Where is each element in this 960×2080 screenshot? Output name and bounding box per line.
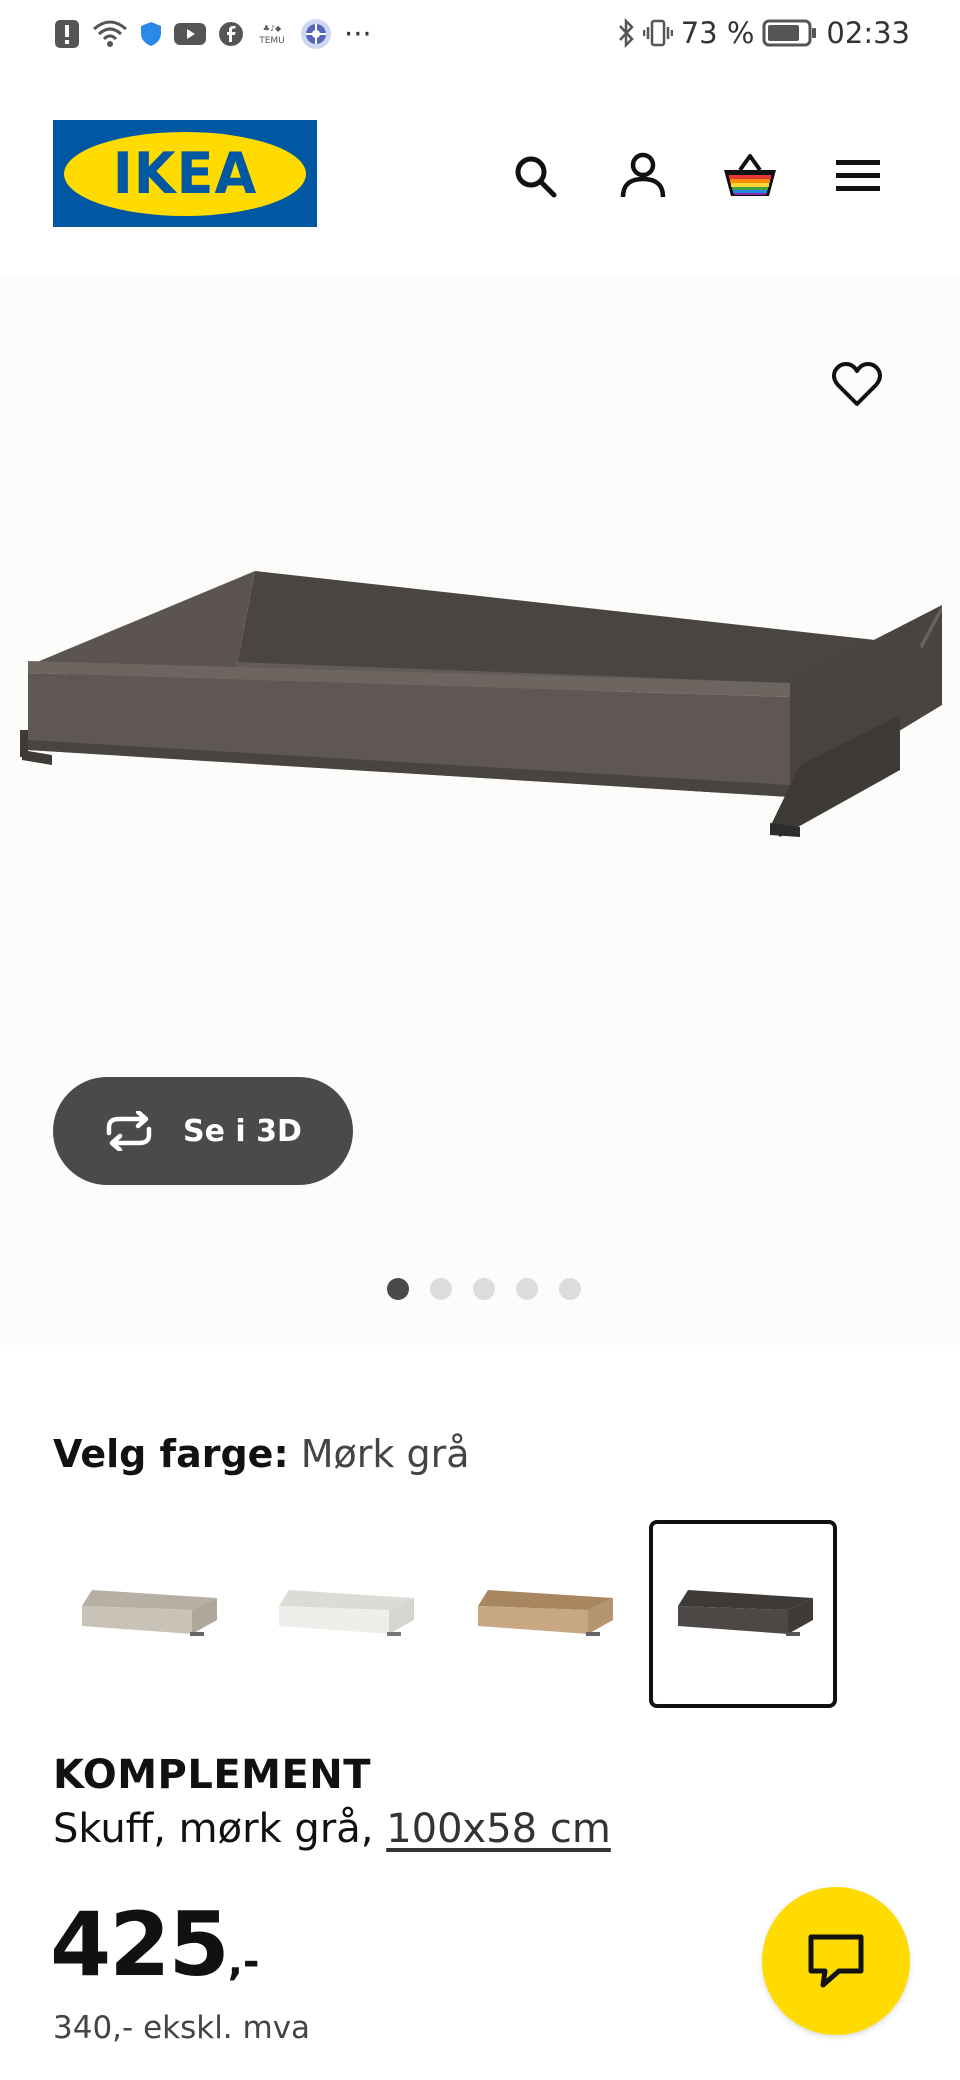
svg-text:TEMU: TEMU [258,36,285,46]
status-right-icons: 73 % 02:33 [617,14,910,52]
cart-button[interactable] [714,140,786,212]
product-price: 425 ,- [50,1893,260,1996]
alert-notification-icon [54,19,80,49]
carousel-dot[interactable] [473,1278,495,1300]
youtube-icon [174,22,206,46]
drawer-thumbnail [82,1590,217,1636]
color-label-prefix: Velg farge: [53,1432,289,1476]
product-description: Skuff, mørk grå, 100x58 cm [53,1806,611,1852]
drawer-thumbnail [478,1590,613,1636]
carousel-indicator [0,1278,960,1300]
battery-percent: 73 % [680,16,755,50]
menu-icon [836,160,880,191]
product-description-text: Skuff, mørk grå, [53,1806,387,1852]
shield-icon [140,21,162,47]
clock: 02:33 [826,16,910,50]
selected-color-value: Mørk grå [300,1432,470,1476]
ikea-logo-oval: IKEA [64,131,306,216]
color-swatch[interactable] [53,1520,241,1708]
drawer-thumbnail [279,1590,414,1636]
view-in-3d-button[interactable]: Se i 3D [53,1077,353,1185]
carousel-dot[interactable] [516,1278,538,1300]
drawer-thumbnail [678,1590,813,1636]
status-left-icons: ♣♪◆ TEMU ··· [54,17,372,51]
carousel-dot[interactable] [430,1278,452,1300]
cart-icon [724,154,776,196]
carousel-dot[interactable] [387,1278,409,1300]
price-integer: 425 [50,1893,230,1996]
search-button[interactable] [499,140,571,212]
color-swatch[interactable] [250,1520,438,1708]
product-size-link[interactable]: 100x58 cm [386,1806,611,1852]
app-badge-icon [300,18,332,50]
account-button[interactable] [607,140,679,212]
site-header: IKEA [0,100,960,250]
chat-button[interactable] [762,1887,910,2035]
ikea-logo-text: IKEA [112,140,258,207]
account-icon [620,152,666,198]
wifi-icon [92,19,128,49]
chat-icon [808,1934,864,1988]
product-media-gallery[interactable]: Se i 3D [0,275,960,1345]
price-suffix: ,- [227,1939,260,1985]
svg-text:♣♪◆: ♣♪◆ [263,24,282,33]
heart-icon [832,362,882,406]
view-in-3d-label: Se i 3D [183,1113,302,1149]
product-name: KOMPLEMENT [53,1752,372,1798]
price-excluding-vat: 340,- ekskl. mva [53,2010,311,2046]
color-swatch-selected[interactable] [649,1520,837,1708]
ikea-logo[interactable]: IKEA [53,120,317,227]
color-selector-label: Velg farge: Mørk grå [53,1432,470,1476]
vibrate-icon [642,18,673,48]
battery-icon [762,18,818,48]
menu-button[interactable] [822,140,894,212]
more-notifications-indicator: ··· [344,17,372,51]
facebook-icon [218,21,244,47]
favorite-button[interactable] [822,350,892,420]
temu-icon: ♣♪◆ TEMU [256,20,288,48]
color-swatch[interactable] [449,1520,637,1708]
bluetooth-icon [617,18,635,48]
carousel-dot[interactable] [559,1278,581,1300]
search-icon [515,156,557,198]
product-image-drawer [20,571,942,837]
rotate-3d-icon [106,1111,152,1151]
status-bar: ♣♪◆ TEMU ··· 73 % 02:33 [0,0,960,66]
